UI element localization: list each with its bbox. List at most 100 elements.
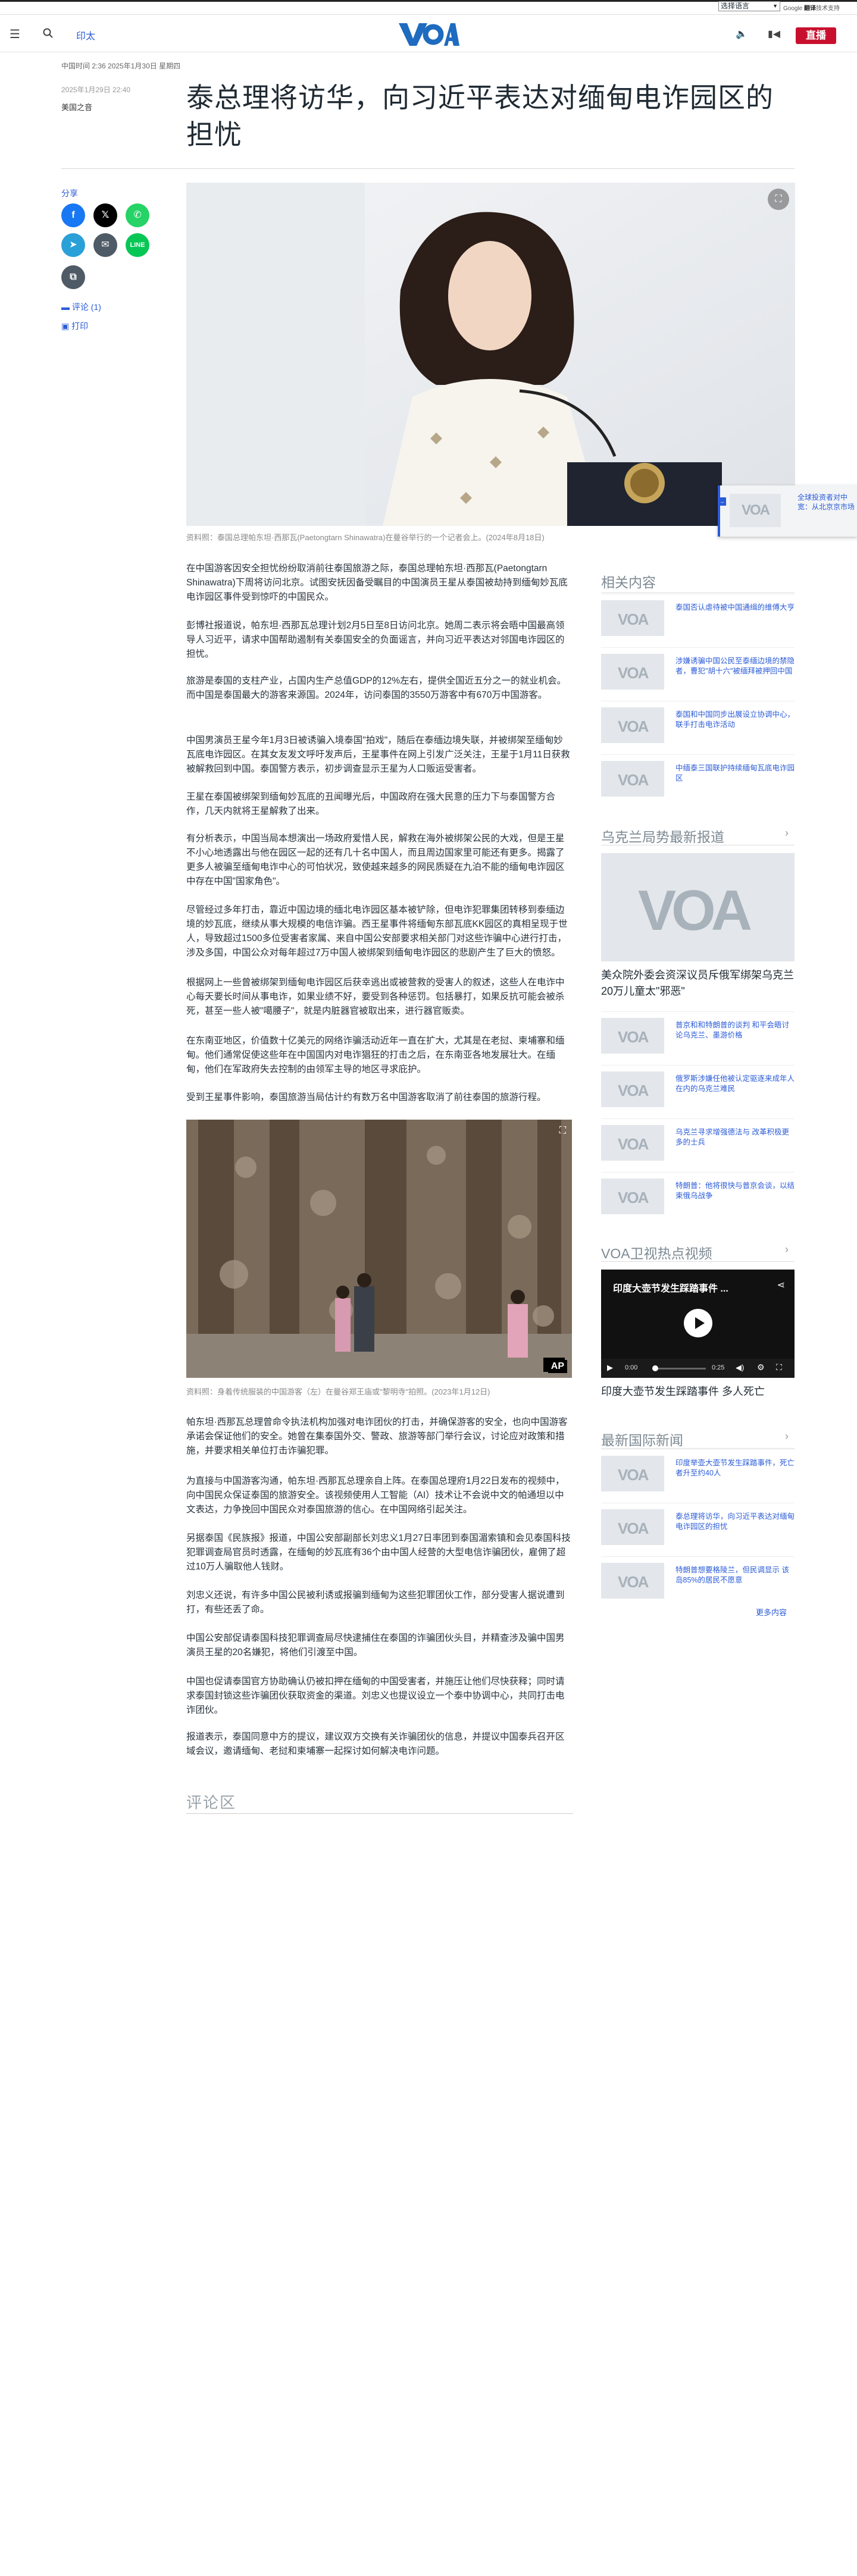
temple-photo: ⛶ AP <box>186 1120 572 1378</box>
thumbnail: VOA <box>601 1456 664 1491</box>
list-item[interactable]: VOA 特朗普：他将很快与普京会谈，以结束俄乌战争 <box>601 1172 795 1217</box>
divider <box>61 168 795 169</box>
byline[interactable]: 美国之音 <box>61 101 92 112</box>
video-title-overlay: 印度大壶节发生踩踏事件 ... <box>613 1284 728 1294</box>
menu-icon[interactable]: ☰ <box>10 27 20 42</box>
total-time: 0:25 <box>712 1364 725 1371</box>
language-select[interactable]: 选择语言 ▼ <box>718 1 780 11</box>
article-paragraph: 根据网上一些曾被绑架到缅甸电诈园区后获幸逃出或被营救的受害人的叙述，这些人在电诈… <box>186 977 565 1016</box>
list-item[interactable]: VOA 泰国否认虐待被中国通缉的维傅大亨 <box>601 594 795 639</box>
thumbnail: VOA <box>601 761 664 797</box>
article-paragraph: 中国男演员王星今年1月3日被诱骗入境泰国"拍戏"，随后在泰缅边境失联，并被绑架至… <box>186 735 570 774</box>
video-heading[interactable]: VOA卫视热点视频 › <box>601 1242 795 1262</box>
live-button[interactable]: 直播 <box>796 27 836 44</box>
article-paragraph: 旅游是泰国的支柱产业，占国内生产总值GDP的12%左右，提供全国近五分之一的就业… <box>186 676 567 700</box>
article-paragraph: 彭博社报道说，帕东坦·西那瓦总理计划2月5日至8日访问北京。她周二表示将会晤中国… <box>186 621 565 659</box>
progress-bar[interactable] <box>652 1368 706 1370</box>
ukraine-heading[interactable]: 乌克兰局势最新报道 › <box>601 826 795 846</box>
article-paragraph: 有分析表示，中国当局本想演出一场政府爱惜人民，解救在海外被绑架公民的大戏，但是王… <box>186 833 565 886</box>
list-item[interactable]: VOA 泰国和中国同步出展设立协调中心，联手打击电诈活动 <box>601 701 795 746</box>
chevron-right-icon: › <box>785 1430 789 1442</box>
more-link[interactable]: 更多内容 <box>756 1606 787 1618</box>
feature-image[interactable]: VOA <box>601 853 795 961</box>
comment-icon: ▬ <box>61 302 72 312</box>
copy-link-icon[interactable]: ⧉ <box>61 265 85 289</box>
list-item[interactable]: VOA 中缅泰三国联护持续缅甸瓦底电诈园区 <box>601 754 795 800</box>
article-paragraph: 报道表示，泰国同意中方的提议，建议双方交换有关诈骗团伙的信息，并提议中国泰兵召开… <box>186 1732 565 1756</box>
play-icon[interactable]: ▶ <box>607 1363 613 1372</box>
video-player[interactable]: 印度大壶节发生踩踏事件 ... ⋖ ▶ 0:00 0:25 ◀) ⚙ ⛶ <box>601 1270 795 1378</box>
fullscreen-icon[interactable]: ⛶ <box>768 189 789 210</box>
thumbnail: VOA <box>601 1563 664 1599</box>
article-paragraph: 另据泰国《民族报》报道，中国公安部副部长刘忠义1月27日率团到泰国湄索镇和会见泰… <box>186 1533 571 1572</box>
thumbnail: VOA <box>601 1018 664 1054</box>
thumbnail: VOA <box>601 1125 664 1161</box>
progress-handle[interactable] <box>652 1365 658 1371</box>
x-icon[interactable]: 𝕏 <box>93 203 117 227</box>
section-link[interactable]: 印太 <box>76 28 95 42</box>
audio-icon[interactable]: 🔈 <box>736 28 747 40</box>
feature-title[interactable]: 美众院外委会资深议员斥俄军绑架乌克兰20万儿童太"邪恶" <box>601 967 795 999</box>
volume-icon[interactable]: ◀) <box>736 1363 744 1372</box>
share-icon[interactable]: ⋖ <box>777 1279 785 1291</box>
telegram-icon[interactable]: ➤ <box>61 233 85 257</box>
email-icon[interactable]: ✉ <box>93 233 117 257</box>
article-paragraph: 为直接与中国游客沟通，帕东坦·西那瓦总理亲自上阵。在泰国总理府1月22日发布的视… <box>186 1476 565 1515</box>
related-heading: 相关内容 <box>601 575 656 590</box>
list-item[interactable]: VOA 涉嫌诱骗中国公民至泰缅边境的禁隐者，曹犯"胡十六"被缅拜被押回中国 <box>601 647 795 692</box>
dateline: 中国时间 2:36 2025年1月30日 星期四 <box>61 62 181 70</box>
thumbnail: VOA <box>601 600 664 636</box>
hero-image: ⛶ <box>186 183 795 526</box>
floating-title: 全球投资者对中宽：从北京京市场 <box>797 493 855 511</box>
list-item[interactable]: VOA 印度举壶大壶节发生踩踏事件，死亡者升至约40人 <box>601 1449 795 1494</box>
published-time: 2025年1月29日 22:40 <box>61 86 131 94</box>
comments-link[interactable]: ▬ 评论 (1) <box>61 301 101 313</box>
article-paragraph: 受到王星事件影响，泰国旅游当局估计约有数万名中国游客取消了前往泰国的旅游行程。 <box>186 1092 546 1102</box>
article-paragraph: 在东南亚地区，价值数十亿美元的网络诈骗活动近年一直在扩大，尤其是在老挝、柬埔寨和… <box>186 1036 565 1074</box>
thumbnail: VOA <box>730 494 781 527</box>
voa-logo[interactable] <box>398 22 459 47</box>
current-time: 0:00 <box>625 1364 638 1371</box>
video-controls: ▶ 0:00 0:25 ◀) ⚙ ⛶ <box>601 1359 795 1378</box>
language-select-value: 选择语言 <box>721 2 750 10</box>
list-item[interactable]: VOA 乌克兰寻求增强德法与 改革积极更多的士兵 <box>601 1118 795 1164</box>
article-paragraph: 帕东坦·西那瓦总理曾命令执法机构加强对电诈团伙的打击，并确保游客的安全，也向中国… <box>186 1417 568 1456</box>
floating-related-card[interactable]: → VOA 全球投资者对中宽：从北京京市场 <box>718 485 857 537</box>
divider <box>186 1813 573 1814</box>
video-icon[interactable]: ▮◀ <box>768 28 780 40</box>
thumbnail: VOA <box>601 1179 664 1214</box>
google-translate-credit: Google 翻译技术支持 <box>783 5 840 12</box>
chevron-right-icon: › <box>785 827 789 839</box>
article-paragraph: 王星在泰国被绑架到缅甸妙瓦底的丑闻曝光后，中国政府在强大民意的压力下与泰国警方合… <box>186 792 556 816</box>
article-paragraph: 中国也促请泰国官方协助确认仍被扣押在缅甸的中国受害者，并施压让他们尽快获释；同时… <box>186 1676 565 1715</box>
play-button[interactable] <box>684 1309 712 1337</box>
article-paragraph: 尽管经过多年打击，靠近中国边境的缅北电诈园区基本被铲除，但电诈犯罪集团转移到泰缅… <box>186 905 568 958</box>
whatsapp-icon[interactable]: ✆ <box>126 203 149 227</box>
divider <box>601 1261 795 1262</box>
chevron-down-icon: ▼ <box>772 3 778 9</box>
thumbnail: VOA <box>601 654 664 690</box>
fullscreen-icon[interactable]: ⛶ <box>776 1362 782 1372</box>
settings-icon[interactable]: ⚙ <box>757 1362 765 1372</box>
comments-heading: 评论区 <box>186 1794 237 1812</box>
facebook-icon[interactable]: f <box>61 203 85 227</box>
list-item[interactable]: VOA 俄罗斯涉嫌任他被认定驱逐来成年人在内的乌克兰难民 <box>601 1065 795 1110</box>
search-icon[interactable] <box>43 28 54 42</box>
print-icon: ▣ <box>61 321 72 331</box>
list-item[interactable]: VOA 普京和和特朗普的谈判 和平会晤讨论乌克兰、墨游价格 <box>601 1011 795 1057</box>
img2-caption: 资料照：身着传统服装的中国游客（左）在曼谷郑王庙或"黎明寺"拍照。(2023年1… <box>186 1387 490 1396</box>
list-item[interactable]: VOA 特朗普想要格陵兰，但民调显示 该岛85%的居民不愿意 <box>601 1556 795 1602</box>
intl-heading[interactable]: 最新国际新闻 › <box>601 1429 795 1449</box>
article-paragraph: 中国公安部促请泰国科技犯罪调查局尽快逮捕住在泰国的诈骗团伙头目，并精查涉及骗中国… <box>186 1633 565 1657</box>
list-item[interactable]: VOA 泰总理将访华，向习近平表达对缅甸电诈园区的担忧 <box>601 1503 795 1548</box>
print-link[interactable]: ▣ 打印 <box>61 320 88 332</box>
hero-caption: 资料照：泰国总理帕东坦·西那瓦(Paetongtarn Shinawatra)在… <box>186 533 545 542</box>
article-paragraph: 在中国游客因安全担忧纷纷取消前往泰国旅游之际，泰国总理帕东坦·西那瓦(Paeto… <box>186 563 568 602</box>
ap-logo: AP <box>548 1360 567 1373</box>
thumbnail: VOA <box>601 1509 664 1545</box>
line-icon[interactable]: LINE <box>126 233 149 257</box>
video-caption[interactable]: 印度大壶节发生踩踏事件 多人死亡 <box>601 1383 795 1399</box>
fullscreen-icon[interactable]: ⛶ <box>559 1126 566 1136</box>
divider <box>601 1448 795 1449</box>
arrow-right-icon: → <box>718 497 726 506</box>
